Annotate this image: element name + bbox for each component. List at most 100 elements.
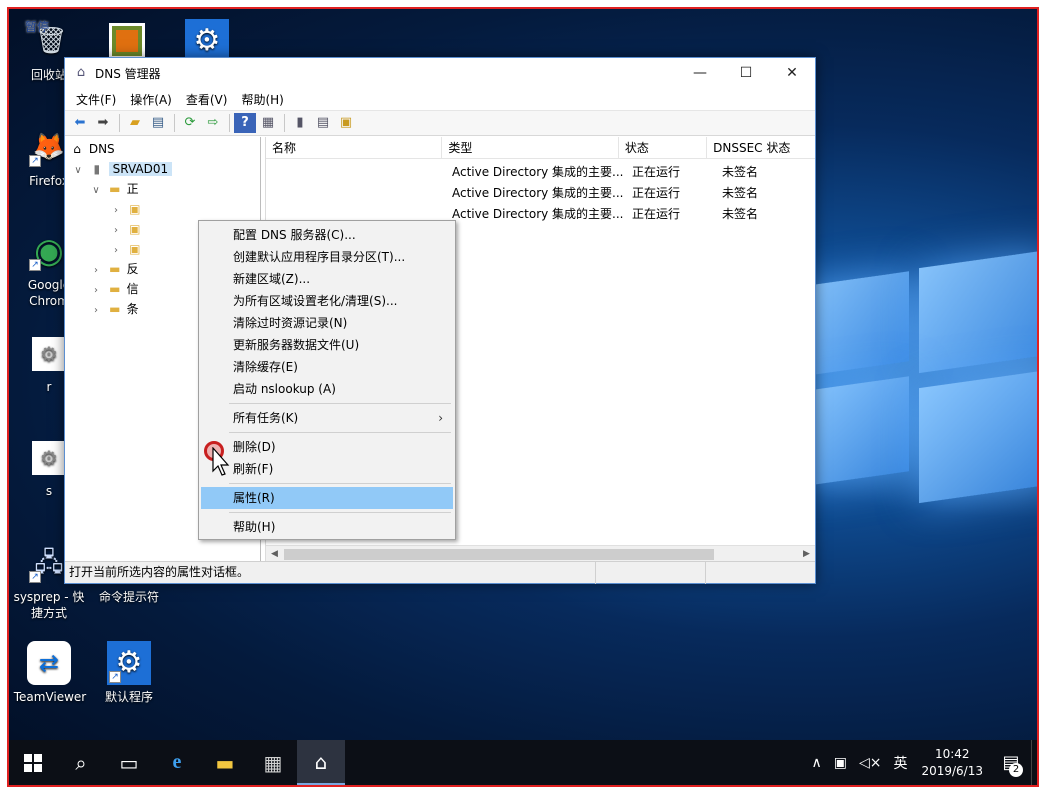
dns-app-icon: ⌂ <box>76 65 86 80</box>
menu-item-help[interactable]: 帮助(H) <box>201 516 453 538</box>
back-arrow-icon[interactable]: ⬅ <box>69 113 91 133</box>
menu-item-new-zone[interactable]: 新建区域(Z)... <box>201 268 453 290</box>
table-row[interactable]: Active Directory 集成的主要... 正在运行 未签名 <box>266 183 816 204</box>
tree-zone-2[interactable]: › ▣ <box>109 219 143 239</box>
collapse-chevron-icon[interactable]: ∨ <box>89 181 103 201</box>
menu-item-set-aging[interactable]: 为所有区域设置老化/清理(S)... <box>201 290 453 312</box>
tree-reverse-zones[interactable]: › ▬ 反 <box>89 259 139 279</box>
folder-icon: ▬ <box>109 302 121 316</box>
server-manager-icon[interactable]: ▦ <box>249 740 297 785</box>
screenshot-frame: 🗑 暂停 回收站 ⚙ 🦊↗ Firefox ◉↗ Google Chrome ⚙… <box>7 7 1039 787</box>
folder-icon: ▬ <box>109 282 121 296</box>
minimize-button[interactable]: — <box>677 58 723 88</box>
server-node-icon: ▮ <box>93 162 101 176</box>
close-button[interactable]: ✕ <box>769 58 815 88</box>
zone-icon: ▣ <box>129 222 141 236</box>
col-type[interactable]: 类型 <box>442 137 619 159</box>
expand-chevron-icon[interactable]: › <box>89 261 103 281</box>
context-menu: 配置 DNS 服务器(C)... 创建默认应用程序目录分区(T)... 新建区域… <box>198 220 456 540</box>
show-desktop-button[interactable] <box>1031 740 1037 785</box>
teamviewer-icon[interactable]: ⇄ TeamViewer <box>9 641 89 705</box>
col-dnssec[interactable]: DNSSEC 状态 <box>707 137 815 159</box>
forward-arrow-icon[interactable]: ➡ <box>92 113 114 133</box>
expand-chevron-icon[interactable]: › <box>109 201 123 221</box>
file-explorer-icon[interactable]: ▬ <box>201 740 249 785</box>
table-row[interactable]: Active Directory 集成的主要... 正在运行 未签名 <box>266 162 816 183</box>
refresh-icon[interactable]: ⟳ <box>179 113 201 133</box>
volume-muted-icon[interactable]: ◁× <box>853 755 888 771</box>
expand-chevron-icon[interactable]: › <box>89 301 103 321</box>
menu-action[interactable]: 操作(A) <box>123 91 179 108</box>
menu-help[interactable]: 帮助(H) <box>234 91 290 108</box>
title-bar[interactable]: ⌂ DNS 管理器 — ☐ ✕ <box>65 58 815 88</box>
collapse-chevron-icon[interactable]: ∨ <box>71 161 85 181</box>
dns-root-icon: ⌂ <box>73 142 81 156</box>
network-icon[interactable]: ▣ <box>828 755 853 771</box>
menu-item-clear-cache[interactable]: 清除缓存(E) <box>201 356 453 378</box>
notification-badge: 2 <box>1009 763 1023 777</box>
submenu-arrow-icon: › <box>438 411 443 425</box>
search-icon[interactable]: ⌕ <box>57 740 105 785</box>
list-header: 名称 类型 状态 DNSSEC 状态 <box>266 137 815 159</box>
menu-view[interactable]: 查看(V) <box>179 91 235 108</box>
menu-item-launch-nslookup[interactable]: 启动 nslookup (A) <box>201 378 453 400</box>
default-programs-icon[interactable]: ⚙ ↗ 默认程序 <box>89 641 169 705</box>
zone-icon: ▣ <box>129 242 141 256</box>
properties-view-icon[interactable]: ▦ <box>257 113 279 133</box>
menu-item-update-data-files[interactable]: 更新服务器数据文件(U) <box>201 334 453 356</box>
col-status[interactable]: 状态 <box>619 137 708 159</box>
ime-indicator[interactable]: 英 <box>887 753 913 773</box>
tree-trust-points[interactable]: › ▬ 信 <box>89 279 139 299</box>
menu-item-all-tasks[interactable]: 所有任务(K) › <box>201 407 453 429</box>
up-folder-icon[interactable]: ▰ <box>124 113 146 133</box>
menu-bar: 文件(F) 操作(A) 查看(V) 帮助(H) <box>65 88 815 110</box>
status-bar: 打开当前所选内容的属性对话框。 <box>65 561 815 584</box>
show-hide-tree-icon[interactable]: ▤ <box>147 113 169 133</box>
help-icon[interactable]: ? <box>234 113 256 133</box>
tree-conditional-forwarders[interactable]: › ▬ 条 <box>89 299 139 319</box>
export-list-icon[interactable]: ⇨ <box>202 113 224 133</box>
list-view-icon[interactable]: ▤ <box>312 113 334 133</box>
system-tray: ∧ ▣ ◁× 英 10:42 2019/6/13 ▤ 2 <box>805 740 1037 785</box>
taskbar: ⌕ ▭ e ▬ ▦ ⌂ ∧ ▣ ◁× 英 10:42 2019/6/13 ▤ 2 <box>9 740 1037 785</box>
tree-zone-1[interactable]: › ▣ <box>109 199 143 219</box>
action-center-icon[interactable]: ▤ 2 <box>991 752 1031 777</box>
expand-chevron-icon[interactable]: › <box>109 221 123 241</box>
folder-icon: ▬ <box>109 262 121 276</box>
expand-chevron-icon[interactable]: › <box>109 241 123 261</box>
toolbar: ⬅ ➡ ▰ ▤ ⟳ ⇨ ? ▦ ▮ ▤ ▣ <box>65 110 815 136</box>
menu-item-create-app-partitions[interactable]: 创建默认应用程序目录分区(T)... <box>201 246 453 268</box>
menu-item-refresh[interactable]: 刷新(F) <box>201 458 453 480</box>
clock[interactable]: 10:42 2019/6/13 <box>913 746 991 780</box>
desktop: 🗑 暂停 回收站 ⚙ 🦊↗ Firefox ◉↗ Google Chrome ⚙… <box>9 9 1037 785</box>
edge-browser-icon[interactable]: e <box>153 740 201 785</box>
zone-icon[interactable]: ▣ <box>335 113 357 133</box>
dns-manager-window: ⌂ DNS 管理器 — ☐ ✕ 文件(F) 操作(A) 查看(V) 帮助(H) … <box>64 57 816 584</box>
folder-icon: ▬ <box>109 182 121 196</box>
tree-dns-root[interactable]: ⌂ DNS <box>69 139 114 159</box>
expand-chevron-icon[interactable]: › <box>89 281 103 301</box>
menu-file[interactable]: 文件(F) <box>69 91 123 108</box>
server-icon[interactable]: ▮ <box>289 113 311 133</box>
windows-logo-icon <box>24 753 42 772</box>
maximize-button[interactable]: ☐ <box>723 58 769 88</box>
window-title: DNS 管理器 <box>95 66 161 81</box>
wallpaper-windows-logo <box>779 239 1037 549</box>
tree-server-node[interactable]: ∨ ▮ SRVAD01 <box>71 159 173 181</box>
menu-item-delete[interactable]: 删除(D) <box>201 436 453 458</box>
start-button[interactable] <box>9 740 57 785</box>
dns-manager-taskbar-icon[interactable]: ⌂ <box>297 740 345 785</box>
tree-zone-3[interactable]: › ▣ <box>109 239 143 259</box>
menu-item-properties[interactable]: 属性(R) <box>201 487 453 509</box>
col-name[interactable]: 名称 <box>266 137 443 159</box>
menu-item-configure-dns[interactable]: 配置 DNS 服务器(C)... <box>201 224 453 246</box>
scrollbar-thumb[interactable] <box>284 549 714 560</box>
mouse-cursor-icon <box>212 447 230 476</box>
status-text: 打开当前所选内容的属性对话框。 <box>69 565 250 579</box>
task-view-icon[interactable]: ▭ <box>105 740 153 785</box>
menu-item-scavenge[interactable]: 清除过时资源记录(N) <box>201 312 453 334</box>
zone-icon: ▣ <box>129 202 141 216</box>
horizontal-scrollbar[interactable]: ◀ ▶ <box>266 545 815 562</box>
tree-forward-zones[interactable]: ∨ ▬ 正 <box>89 179 138 201</box>
chevron-up-icon[interactable]: ∧ <box>805 755 827 771</box>
